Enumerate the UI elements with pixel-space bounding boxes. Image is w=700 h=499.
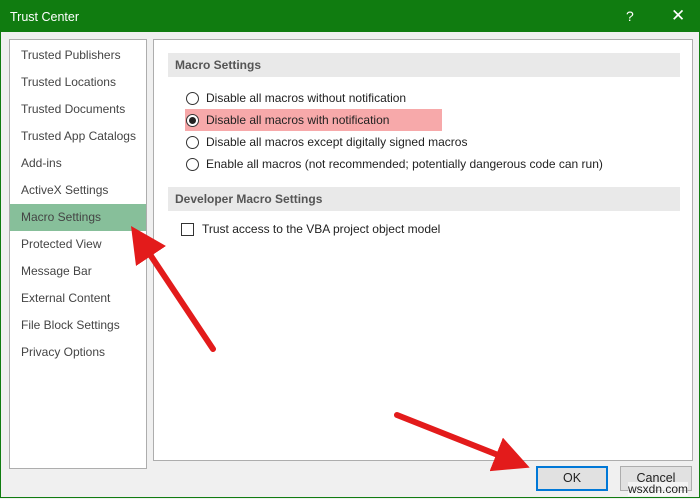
sidebar-item-privacy-options[interactable]: Privacy Options (10, 339, 146, 366)
radio-icon[interactable] (186, 135, 199, 149)
window-title: Trust Center (10, 10, 80, 24)
checkbox-icon[interactable] (181, 222, 194, 236)
watermark: wsxdn.com (628, 482, 689, 496)
option-label: Disable all macros with notification (206, 113, 390, 127)
sidebar-item-trusted-documents[interactable]: Trusted Documents (10, 96, 146, 123)
radio-enable-all[interactable]: Enable all macros (not recommended; pote… (186, 153, 603, 175)
developer-macro-settings-heading: Developer Macro Settings (168, 187, 680, 211)
radio-disable-no-notification[interactable]: Disable all macros without notification (186, 87, 406, 109)
option-label: Enable all macros (not recommended; pote… (206, 157, 603, 171)
sidebar-item-file-block-settings[interactable]: File Block Settings (10, 312, 146, 339)
radio-disable-with-notification[interactable]: Disable all macros with notification (185, 109, 442, 131)
radio-selected-icon[interactable] (186, 113, 199, 127)
sidebar-item-activex-settings[interactable]: ActiveX Settings (10, 177, 146, 204)
radio-disable-except-signed[interactable]: Disable all macros except digitally sign… (186, 131, 467, 153)
settings-panel: Macro Settings Disable all macros withou… (153, 39, 693, 461)
radio-icon[interactable] (186, 157, 199, 171)
sidebar: Trusted Publishers Trusted Locations Tru… (9, 39, 147, 469)
checkbox-label: Trust access to the VBA project object m… (202, 222, 441, 236)
sidebar-item-macro-settings[interactable]: Macro Settings (10, 204, 146, 231)
sidebar-item-protected-view[interactable]: Protected View (10, 231, 146, 258)
sidebar-item-trusted-app-catalogs[interactable]: Trusted App Catalogs (10, 123, 146, 150)
close-button[interactable]: ✕ (671, 6, 685, 26)
ok-button[interactable]: OK (536, 466, 608, 491)
sidebar-item-message-bar[interactable]: Message Bar (10, 258, 146, 285)
macro-settings-heading: Macro Settings (168, 53, 680, 77)
help-button[interactable]: ? (626, 8, 634, 24)
option-label: Disable all macros without notification (206, 91, 407, 105)
radio-icon[interactable] (186, 91, 199, 105)
sidebar-item-trusted-locations[interactable]: Trusted Locations (10, 69, 146, 96)
vba-trust-checkbox[interactable]: Trust access to the VBA project object m… (181, 218, 440, 240)
option-label: Disable all macros except digitally sign… (206, 135, 468, 149)
title-bar: Trust Center ? ✕ (1, 1, 699, 32)
sidebar-item-add-ins[interactable]: Add-ins (10, 150, 146, 177)
sidebar-item-external-content[interactable]: External Content (10, 285, 146, 312)
sidebar-item-trusted-publishers[interactable]: Trusted Publishers (10, 42, 146, 69)
